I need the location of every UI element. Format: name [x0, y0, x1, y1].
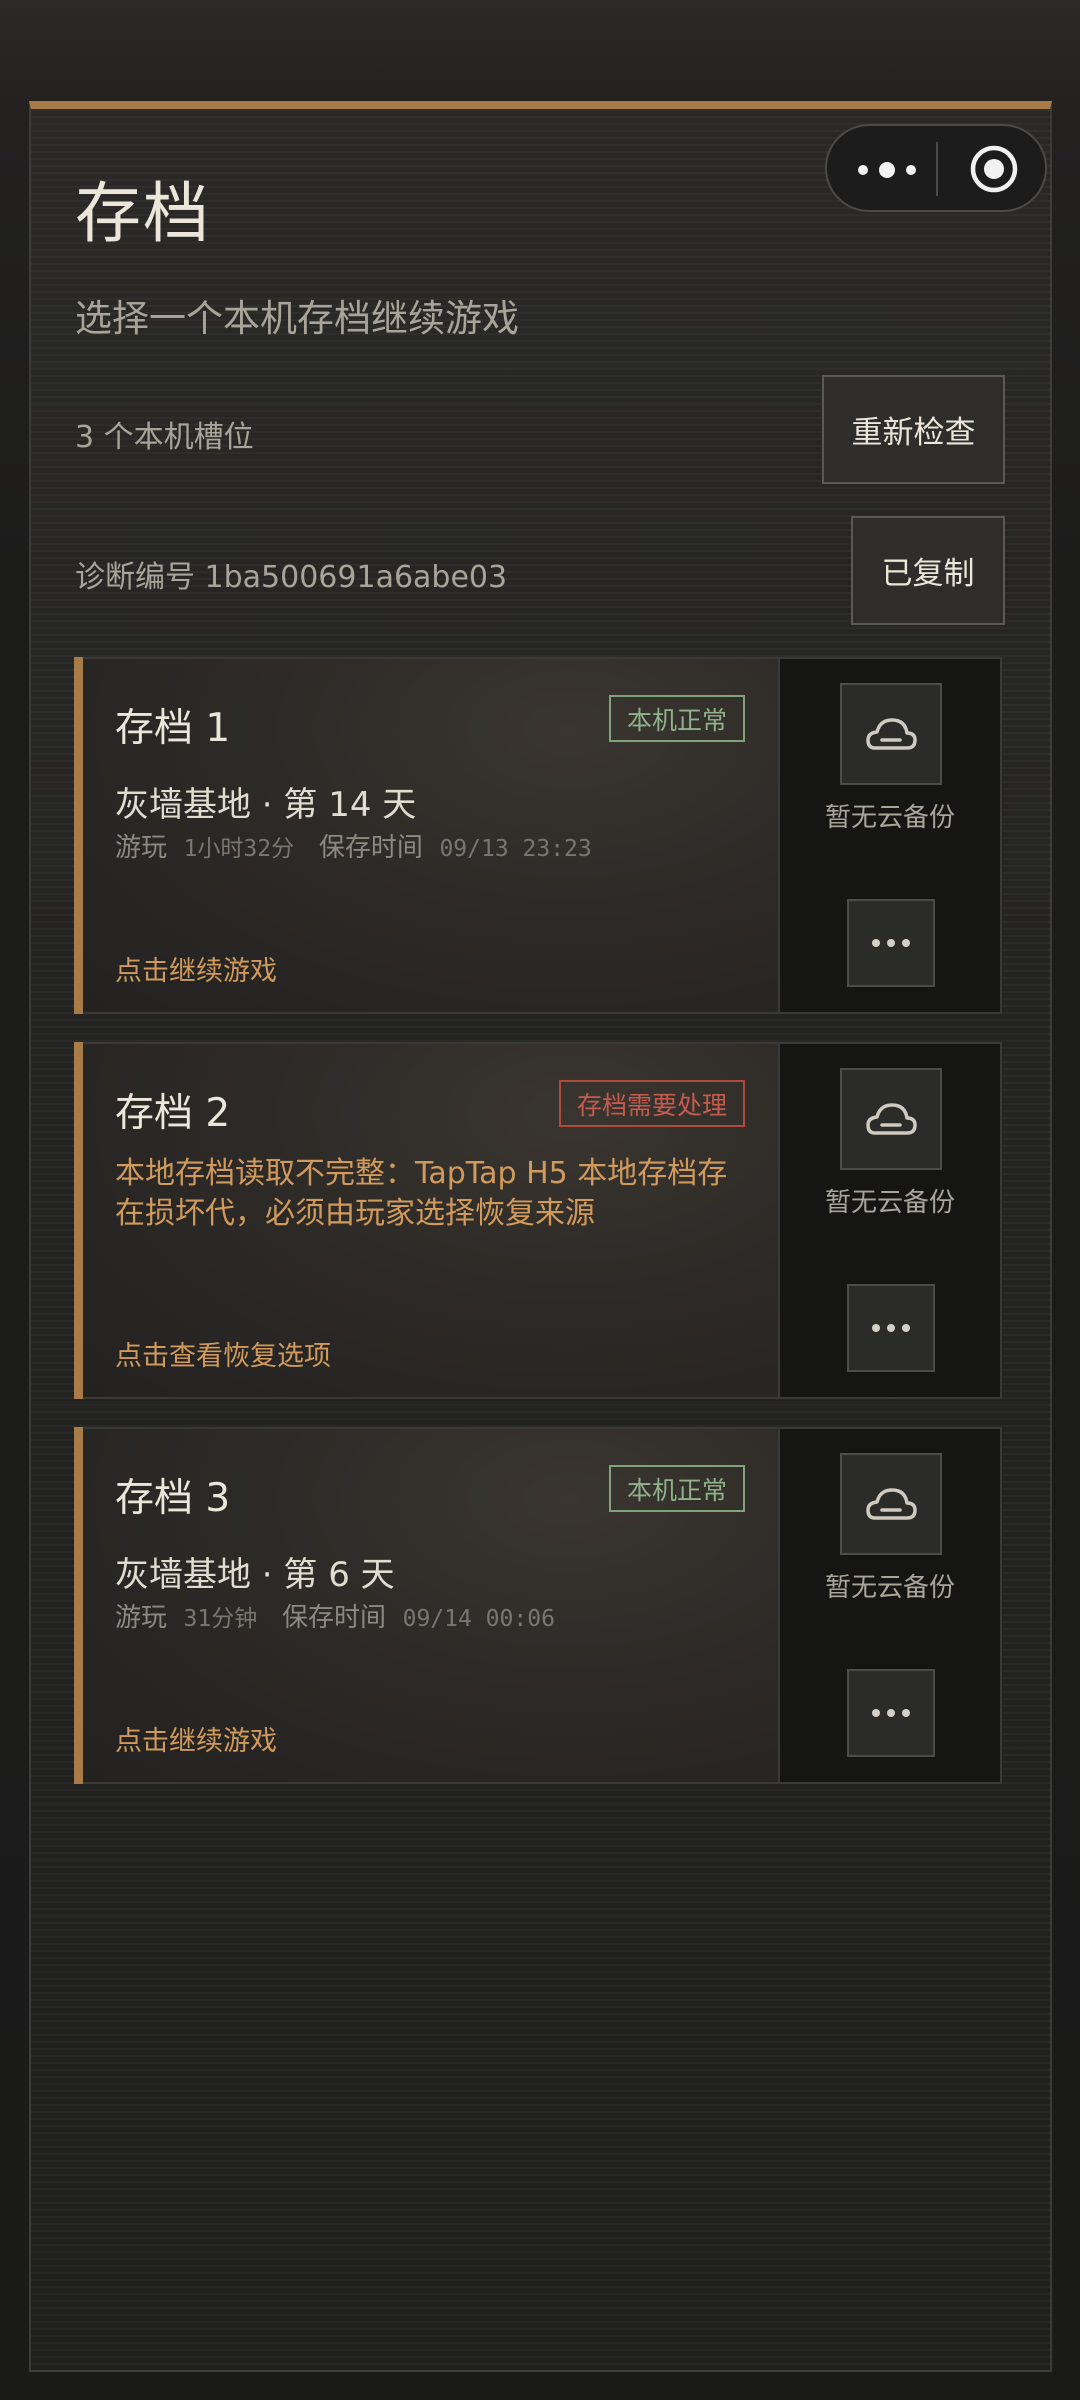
slot-more-button[interactable]	[847, 1669, 935, 1757]
slot-meta: 游玩 1小时32分 保存时间 09/13 23:23	[115, 827, 592, 864]
cloud-icon	[866, 1488, 917, 1520]
more-horizontal-icon	[872, 1324, 910, 1332]
recheck-button[interactable]: 重新检查	[822, 375, 1005, 484]
save-slot-card-1[interactable]: 存档 1 本机正常 灰墙基地 · 第 14 天 游玩 1小时32分 保存时间 0…	[74, 657, 1002, 1014]
cloud-status-text: 暂无云备份	[824, 1573, 955, 1603]
page-title: 存档	[75, 175, 211, 252]
slot-side-panel: 暂无云备份	[780, 1044, 1000, 1397]
playtime-value: 1小时32分	[183, 836, 295, 862]
slots-count-label: 3 个本机槽位	[75, 420, 254, 455]
slot-accent-bar	[74, 657, 83, 1014]
more-dots-icon[interactable]	[855, 156, 919, 184]
cloud-backup-button[interactable]	[840, 1453, 942, 1555]
continue-game-link[interactable]: 点击继续游戏	[115, 949, 277, 988]
diagnostic-id-label: 诊断编号 1ba500691a6abe03	[75, 560, 508, 595]
target-icon[interactable]	[969, 144, 1019, 194]
saved-time-label: 保存时间	[282, 1603, 387, 1633]
status-badge: 本机正常	[608, 695, 745, 742]
more-horizontal-icon	[872, 939, 910, 947]
slot-name: 存档 3	[115, 1476, 231, 1521]
capsule-divider	[936, 142, 938, 196]
status-badge: 存档需要处理	[558, 1080, 745, 1127]
cloud-icon	[866, 1103, 917, 1135]
status-badge: 本机正常	[608, 1465, 745, 1512]
save-slot-card-2[interactable]: 存档 2 存档需要处理 本地存档读取不完整：TapTap H5 本地存档存在损坏…	[74, 1042, 1002, 1399]
slot-base-info: 灰墙基地 · 第 14 天	[115, 785, 417, 825]
slot-main-area[interactable]: 存档 3 本机正常 灰墙基地 · 第 6 天 游玩 31分钟 保存时间 09/1…	[83, 1429, 780, 1782]
copy-diagnostic-button[interactable]: 已复制	[851, 516, 1005, 625]
slot-base-info: 灰墙基地 · 第 6 天	[115, 1555, 395, 1595]
slot-meta: 游玩 31分钟 保存时间 09/14 00:06	[115, 1597, 555, 1634]
slot-side-panel: 暂无云备份	[780, 1429, 1000, 1782]
continue-game-link[interactable]: 点击继续游戏	[115, 1719, 277, 1758]
slot-name: 存档 1	[115, 706, 231, 751]
slot-more-button[interactable]	[847, 1284, 935, 1372]
slot-main-area[interactable]: 存档 2 存档需要处理 本地存档读取不完整：TapTap H5 本地存档存在损坏…	[83, 1044, 780, 1397]
mini-program-capsule	[825, 124, 1047, 212]
saved-time-value: 09/13 23:23	[439, 836, 592, 862]
slot-main-area[interactable]: 存档 1 本机正常 灰墙基地 · 第 14 天 游玩 1小时32分 保存时间 0…	[83, 659, 780, 1012]
cloud-icon	[866, 718, 917, 750]
cloud-status-text: 暂无云备份	[824, 803, 955, 833]
slot-accent-bar	[74, 1042, 83, 1399]
slot-error-message: 本地存档读取不完整：TapTap H5 本地存档存在损坏代，必须由玩家选择恢复来…	[115, 1156, 728, 1231]
cloud-backup-button[interactable]	[840, 1068, 942, 1170]
recovery-options-link[interactable]: 点击查看恢复选项	[115, 1334, 331, 1373]
page-subtitle: 选择一个本机存档继续游戏	[75, 297, 519, 340]
saved-time-value: 09/14 00:06	[402, 1606, 555, 1632]
slot-more-button[interactable]	[847, 899, 935, 987]
playtime-label: 游玩	[115, 833, 168, 863]
playtime-label: 游玩	[115, 1603, 168, 1633]
more-horizontal-icon	[872, 1709, 910, 1717]
playtime-value: 31分钟	[183, 1606, 258, 1632]
saved-time-label: 保存时间	[318, 833, 423, 863]
cloud-backup-button[interactable]	[840, 683, 942, 785]
cloud-status-text: 暂无云备份	[824, 1188, 955, 1218]
slot-accent-bar	[74, 1427, 83, 1784]
save-slot-card-3[interactable]: 存档 3 本机正常 灰墙基地 · 第 6 天 游玩 31分钟 保存时间 09/1…	[74, 1427, 1002, 1784]
slot-name: 存档 2	[115, 1091, 231, 1136]
slot-side-panel: 暂无云备份	[780, 659, 1000, 1012]
